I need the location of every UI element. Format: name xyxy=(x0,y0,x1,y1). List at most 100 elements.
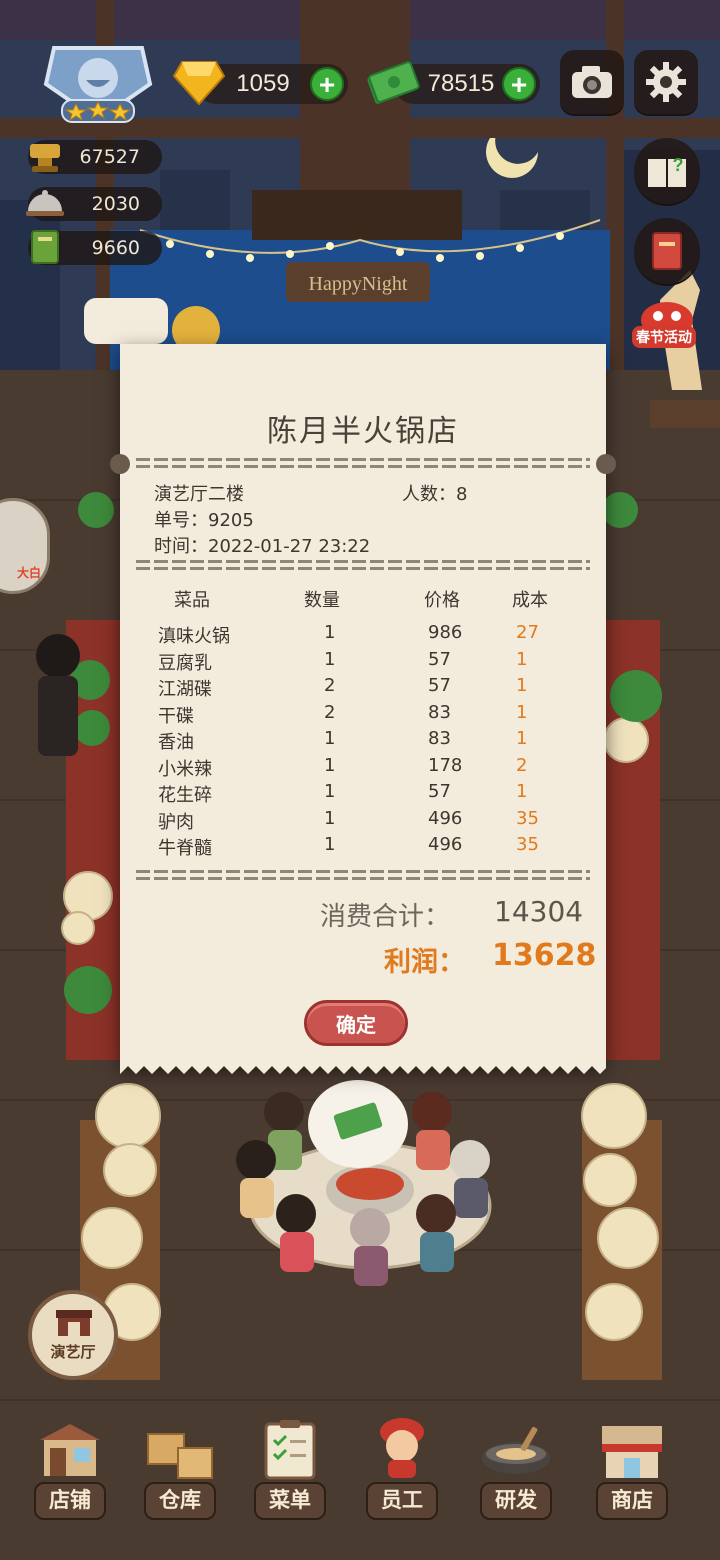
camera-button[interactable] xyxy=(560,50,624,114)
store-icon xyxy=(602,1426,662,1478)
stage-hall-icon xyxy=(56,1310,92,1336)
dish-qty: 1 xyxy=(324,622,336,643)
trophy-icon xyxy=(30,144,60,172)
profit-label: 利润： xyxy=(384,947,465,978)
nav-warehouse[interactable]: 仓库 xyxy=(140,1412,220,1524)
camera-icon xyxy=(572,66,612,98)
confirm-button[interactable]: 确定 xyxy=(304,1000,408,1046)
dish-cost: 35 xyxy=(516,834,539,855)
help-book-icon: ? xyxy=(648,155,686,187)
header-qty: 数量 xyxy=(304,590,340,611)
dish-qty: 1 xyxy=(324,834,336,855)
dish-qty: 2 xyxy=(324,702,336,723)
dish-price: 178 xyxy=(428,755,463,776)
stat-dishes: 2030 xyxy=(26,187,162,221)
dish-cost: 1 xyxy=(516,702,528,723)
restaurant-name: 陈月半火锅店 xyxy=(267,414,459,449)
receipt-pin-left xyxy=(110,454,130,474)
order-number: 单号：9205 xyxy=(154,510,254,531)
hall-name: 演艺厅二楼 xyxy=(154,484,244,505)
dish-price: 83 xyxy=(428,702,451,723)
nav-store[interactable]: 商店 xyxy=(592,1412,672,1524)
stage-hall-button[interactable]: 演艺厅 xyxy=(28,1290,118,1380)
dish-price: 986 xyxy=(428,622,463,643)
dish-name: 驴肉 xyxy=(158,812,194,833)
green-book-icon xyxy=(31,230,59,264)
nav-menu-label: 菜单 xyxy=(254,1482,326,1520)
dish-cost: 1 xyxy=(516,728,528,749)
gem-icon xyxy=(172,61,226,106)
svg-text:?: ? xyxy=(673,155,684,175)
left-event-badge-label: 大白 xyxy=(16,566,41,580)
stat-books-value: 9660 xyxy=(91,237,140,259)
restaurant-level-badge[interactable] xyxy=(36,40,160,128)
stage-hall-label: 演艺厅 xyxy=(50,1343,96,1361)
dish-name: 干碟 xyxy=(158,706,194,727)
recipe-book-icon xyxy=(652,232,682,270)
cash-icon xyxy=(367,61,420,104)
dish-cost: 2 xyxy=(516,755,528,776)
dish-cost: 27 xyxy=(516,622,539,643)
header-cost: 成本 xyxy=(512,590,548,611)
dish-price: 83 xyxy=(428,728,451,749)
stage-sign: HappyNight xyxy=(309,273,408,295)
dish-qty: 2 xyxy=(324,675,336,696)
dish-qty: 1 xyxy=(324,728,336,749)
spring-event-label: 春节活动 xyxy=(632,326,696,348)
total-value: 14304 xyxy=(494,895,584,928)
divider-top xyxy=(136,456,590,470)
receipt-pin-right xyxy=(596,454,616,474)
bill-row: 豆腐乳 1 57 1 xyxy=(120,649,606,675)
bill-row: 牛脊髓 1 496 35 xyxy=(120,834,606,860)
stat-reputation-value: 67527 xyxy=(79,146,140,168)
bill-row: 香油 1 83 1 xyxy=(120,728,606,754)
bill-receipt-dialog: 陈月半火锅店 演艺厅二楼 人数：8 单号：9205 时间：2022-01-27 … xyxy=(110,344,616,1078)
help-book-button[interactable]: ? xyxy=(634,138,700,204)
dish-price: 496 xyxy=(428,834,463,855)
research-wok-icon xyxy=(482,1426,550,1474)
nav-store-label: 商店 xyxy=(596,1482,668,1520)
dish-name: 豆腐乳 xyxy=(158,653,212,674)
profit-value: 13628 xyxy=(492,938,597,973)
nav-warehouse-label: 仓库 xyxy=(144,1482,216,1520)
bill-row: 江湖碟 2 57 1 xyxy=(120,675,606,701)
cloche-icon xyxy=(26,190,64,216)
dish-qty: 1 xyxy=(324,781,336,802)
shop-icon xyxy=(40,1424,100,1476)
recipe-book-button[interactable] xyxy=(634,218,700,284)
settings-button[interactable] xyxy=(634,50,698,114)
nav-staff[interactable]: 员工 xyxy=(362,1412,442,1524)
dish-price: 496 xyxy=(428,808,463,829)
order-time: 时间：2022-01-27 23:22 xyxy=(154,536,371,557)
nav-research-label: 研发 xyxy=(480,1482,552,1520)
add-gems-button[interactable]: + xyxy=(310,67,344,101)
divider-bottom xyxy=(136,868,590,882)
dish-name: 滇味火锅 xyxy=(158,626,230,647)
dish-name: 江湖碟 xyxy=(158,679,212,700)
dish-name: 小米辣 xyxy=(158,759,212,780)
dish-price: 57 xyxy=(428,781,451,802)
warehouse-icon xyxy=(147,1433,213,1479)
dish-cost: 1 xyxy=(516,649,528,670)
dish-name: 牛脊髓 xyxy=(158,838,212,859)
dish-cost: 35 xyxy=(516,808,539,829)
nav-shop[interactable]: 店铺 xyxy=(30,1412,110,1524)
dish-name: 香油 xyxy=(158,732,194,753)
divider-mid xyxy=(136,558,590,572)
bill-row: 干碟 2 83 1 xyxy=(120,702,606,728)
header-price: 价格 xyxy=(424,590,460,611)
dish-qty: 1 xyxy=(324,808,336,829)
gear-icon xyxy=(646,62,686,102)
nav-menu[interactable]: 菜单 xyxy=(250,1412,330,1524)
menu-clipboard-icon xyxy=(264,1420,316,1480)
add-cash-button[interactable]: + xyxy=(502,67,536,101)
nav-shop-label: 店铺 xyxy=(34,1482,106,1520)
bill-row: 花生碎 1 57 1 xyxy=(120,781,606,807)
dish-cost: 1 xyxy=(516,781,528,802)
header-dish: 菜品 xyxy=(174,590,210,611)
stat-dishes-value: 2030 xyxy=(91,193,140,215)
nav-research[interactable]: 研发 xyxy=(476,1412,556,1524)
people-count: 人数：8 xyxy=(402,484,468,505)
bill-row: 小米辣 1 178 2 xyxy=(120,755,606,781)
bill-row: 滇味火锅 1 986 27 xyxy=(120,622,606,648)
